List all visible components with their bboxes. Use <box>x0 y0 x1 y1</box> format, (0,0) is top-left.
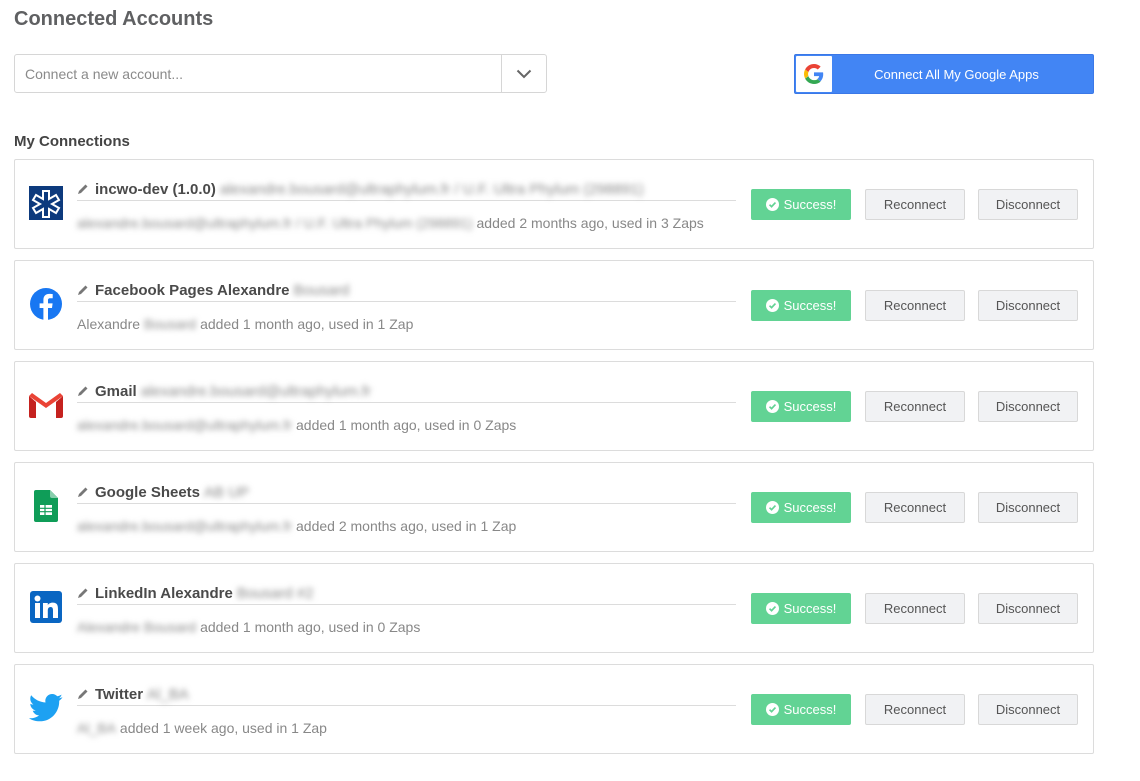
status-label: Success! <box>783 702 837 717</box>
chevron-down-icon[interactable] <box>501 55 546 92</box>
pencil-icon[interactable] <box>77 587 89 599</box>
connection-meta: Alexandre Bousard added 1 month ago, used… <box>77 619 420 635</box>
connection-meta: Al_BA added 1 week ago, used in 1 Zap <box>77 720 327 736</box>
connection-meta: alexandre.bousard@ultraphylum.fr added 1 … <box>77 417 516 433</box>
connection-name-redacted: Bousard #2 <box>236 584 314 602</box>
connection-title[interactable]: Facebook Pages Alexandre Bousard <box>77 279 736 302</box>
connection-name-redacted: alexandre.bousard@ultraphylum.fr / U.F. … <box>219 180 644 198</box>
status-badge: Success! <box>751 694 851 725</box>
connection-name: LinkedIn Alexandre <box>95 584 233 602</box>
connection-account-redacted: alexandre.bousard@ultraphylum.fr <box>77 417 292 433</box>
disconnect-button[interactable]: Disconnect <box>978 189 1078 220</box>
check-circle-icon <box>765 400 779 413</box>
page-title: Connected Accounts <box>14 8 214 30</box>
pencil-icon[interactable] <box>77 183 89 195</box>
connection-title[interactable]: Google Sheets AB UP <box>77 481 736 504</box>
connect-account-select[interactable] <box>14 54 547 93</box>
connection-card: incwo-dev (1.0.0) alexandre.bousard@ultr… <box>14 159 1094 249</box>
connection-usage: added 1 month ago, used in 0 Zaps <box>296 417 517 433</box>
disconnect-button[interactable]: Disconnect <box>978 290 1078 321</box>
incwo-icon <box>29 186 63 220</box>
disconnect-button[interactable]: Disconnect <box>978 492 1078 523</box>
connection-card: Google Sheets AB UP alexandre.bousard@ul… <box>14 462 1094 552</box>
disconnect-button[interactable]: Disconnect <box>978 391 1078 422</box>
reconnect-button[interactable]: Reconnect <box>865 189 965 220</box>
google-sheets-icon <box>29 489 63 523</box>
connection-usage: added 1 month ago, used in 0 Zaps <box>200 619 421 635</box>
connection-name-redacted: Al_BA <box>147 685 189 703</box>
linkedin-icon <box>29 590 63 624</box>
disconnect-button[interactable]: Disconnect <box>978 694 1078 725</box>
connection-title[interactable]: Twitter Al_BA <box>77 683 736 706</box>
connections-list: incwo-dev (1.0.0) alexandre.bousard@ultr… <box>14 159 1094 765</box>
status-label: Success! <box>783 197 837 212</box>
connection-title[interactable]: incwo-dev (1.0.0) alexandre.bousard@ultr… <box>77 178 736 201</box>
connect-account-input[interactable] <box>15 55 501 92</box>
check-circle-icon <box>765 602 779 615</box>
check-circle-icon <box>765 198 779 211</box>
status-badge: Success! <box>751 189 851 220</box>
google-g-icon <box>796 56 832 92</box>
connection-account-redacted: alexandre.bousard@ultraphylum.fr <box>77 518 292 534</box>
reconnect-button[interactable]: Reconnect <box>865 391 965 422</box>
check-circle-icon <box>765 299 779 312</box>
status-label: Success! <box>783 500 837 515</box>
pencil-icon[interactable] <box>77 486 89 498</box>
disconnect-button[interactable]: Disconnect <box>978 593 1078 624</box>
section-title: My Connections <box>14 133 130 150</box>
twitter-icon <box>29 691 63 725</box>
gmail-icon <box>29 388 63 422</box>
reconnect-button[interactable]: Reconnect <box>865 492 965 523</box>
connect-google-apps-label: Connect All My Google Apps <box>874 66 1039 82</box>
connection-name-redacted: alexandre.bousard@ultraphylum.fr <box>140 382 372 400</box>
check-circle-icon <box>765 501 779 514</box>
connection-meta: alexandre.bousard@ultraphylum.fr / U.F. … <box>77 215 704 231</box>
connection-usage: added 2 months ago, used in 1 Zap <box>296 518 517 534</box>
connection-name: Facebook Pages Alexandre <box>95 281 290 299</box>
connection-card: Twitter Al_BA Al_BA added 1 week ago, use… <box>14 664 1094 754</box>
status-label: Success! <box>783 601 837 616</box>
check-circle-icon <box>765 703 779 716</box>
status-label: Success! <box>783 298 837 313</box>
status-badge: Success! <box>751 290 851 321</box>
pencil-icon[interactable] <box>77 385 89 397</box>
connection-card: LinkedIn Alexandre Bousard #2 Alexandre … <box>14 563 1094 653</box>
connection-name: Twitter <box>95 685 144 703</box>
pencil-icon[interactable] <box>77 284 89 296</box>
connect-google-apps-button[interactable]: Connect All My Google Apps <box>794 54 1094 94</box>
connection-meta: alexandre.bousard@ultraphylum.fr added 2 … <box>77 518 516 534</box>
connection-title[interactable]: Gmail alexandre.bousard@ultraphylum.fr <box>77 380 736 403</box>
status-badge: Success! <box>751 391 851 422</box>
connection-usage: added 2 months ago, used in 3 Zaps <box>476 215 704 231</box>
connection-name: incwo-dev (1.0.0) <box>95 180 216 198</box>
connection-usage: added 1 month ago, used in 1 Zap <box>200 316 414 332</box>
connection-name-redacted: AB UP <box>204 483 250 501</box>
connection-account-redacted: Al_BA <box>77 720 116 736</box>
connection-name: Google Sheets <box>95 483 201 501</box>
connection-account-redacted: Alexandre Bousard <box>77 619 197 635</box>
connection-name: Gmail <box>95 382 137 400</box>
reconnect-button[interactable]: Reconnect <box>865 593 965 624</box>
connection-card: Facebook Pages Alexandre Bousard Alexand… <box>14 260 1094 350</box>
connection-account-redacted: alexandre.bousard@ultraphylum.fr / U.F. … <box>77 215 473 231</box>
connection-account-redacted: Bousard <box>143 316 197 332</box>
status-label: Success! <box>783 399 837 414</box>
connection-account-prefix: Alexandre <box>77 316 141 332</box>
reconnect-button[interactable]: Reconnect <box>865 694 965 725</box>
connection-title[interactable]: LinkedIn Alexandre Bousard #2 <box>77 582 736 605</box>
connection-card: Gmail alexandre.bousard@ultraphylum.fr a… <box>14 361 1094 451</box>
facebook-icon <box>29 287 63 321</box>
status-badge: Success! <box>751 492 851 523</box>
connection-usage: added 1 week ago, used in 1 Zap <box>119 720 327 736</box>
reconnect-button[interactable]: Reconnect <box>865 290 965 321</box>
pencil-icon[interactable] <box>77 688 89 700</box>
connection-meta: Alexandre Bousard added 1 month ago, used… <box>77 316 413 332</box>
connection-name-redacted: Bousard <box>293 281 350 299</box>
status-badge: Success! <box>751 593 851 624</box>
